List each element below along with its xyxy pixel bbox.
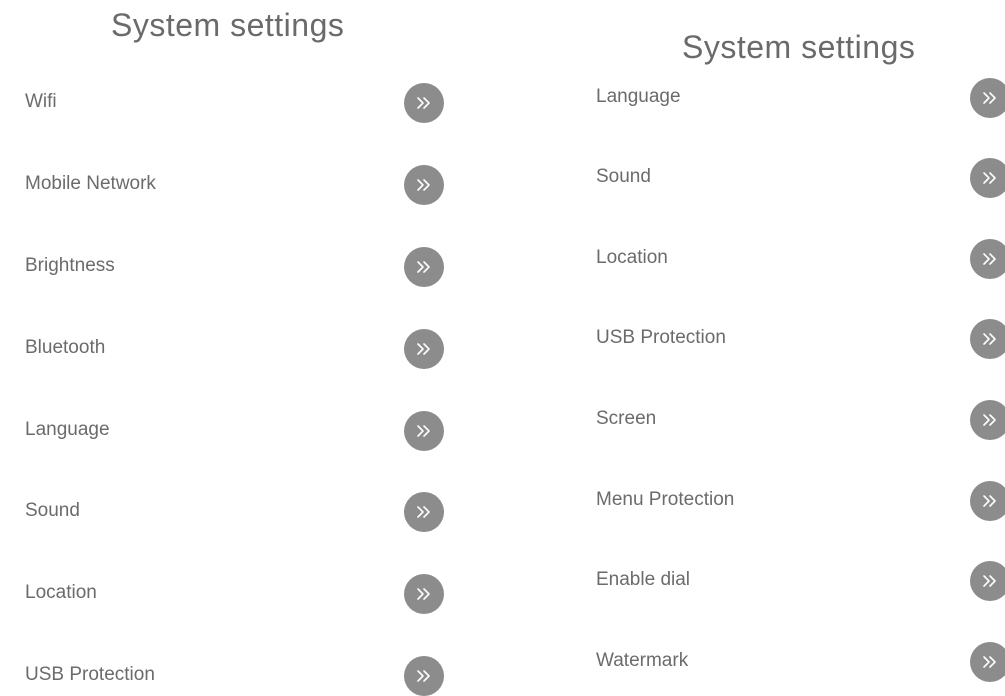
open-screen-button[interactable] <box>970 400 1005 440</box>
open-location-button[interactable] <box>970 239 1005 279</box>
double-chevron-right-icon <box>983 414 996 426</box>
settings-row-label: USB Protection <box>25 664 155 685</box>
settings-row-label: Brightness <box>25 255 115 276</box>
double-chevron-right-icon <box>417 97 430 109</box>
double-chevron-right-icon <box>417 670 430 682</box>
settings-row-label: Screen <box>596 408 657 429</box>
double-chevron-right-icon <box>417 588 430 600</box>
double-chevron-right-icon <box>983 495 996 507</box>
settings-row-sound[interactable]: Sound <box>560 156 1005 200</box>
settings-row-label: Location <box>25 582 97 603</box>
settings-row-menu-protection[interactable]: Menu Protection <box>560 479 1005 523</box>
open-sound-button[interactable] <box>970 158 1005 198</box>
page-title: System settings <box>682 29 916 65</box>
settings-row-label: Language <box>596 86 681 107</box>
settings-row-screen[interactable]: Screen <box>560 398 1005 442</box>
open-usb-protection-button[interactable] <box>970 319 1005 359</box>
double-chevron-right-icon <box>983 575 996 587</box>
open-wifi-button[interactable] <box>404 83 444 123</box>
double-chevron-right-icon <box>417 506 430 518</box>
page-title: System settings <box>111 7 345 43</box>
settings-row-mobile-network[interactable]: Mobile Network <box>0 163 470 207</box>
settings-row-language[interactable]: Language <box>560 76 1005 120</box>
settings-row-label: Menu Protection <box>596 489 735 510</box>
settings-row-brightness[interactable]: Brightness <box>0 245 470 289</box>
open-menu-protection-button[interactable] <box>970 481 1005 521</box>
settings-row-label: Enable dial <box>596 569 691 590</box>
settings-row-location[interactable]: Location <box>560 237 1005 281</box>
settings-row-label: Bluetooth <box>25 337 106 358</box>
settings-row-watermark[interactable]: Watermark <box>560 640 1005 684</box>
open-watermark-button[interactable] <box>970 642 1005 682</box>
settings-row-label: Sound <box>25 500 80 521</box>
open-location-button[interactable] <box>404 574 444 614</box>
settings-row-location[interactable]: Location <box>0 572 470 616</box>
double-chevron-right-icon <box>417 261 430 273</box>
settings-row-label: USB Protection <box>596 327 726 348</box>
settings-row-bluetooth[interactable]: Bluetooth <box>0 327 470 371</box>
settings-panel-right: System settings Language Sound Location … <box>560 0 1005 696</box>
double-chevron-right-icon <box>983 253 996 265</box>
settings-panel-left: System settings Wifi Mobile Network Brig… <box>0 0 470 696</box>
open-brightness-button[interactable] <box>404 247 444 287</box>
open-language-button[interactable] <box>404 411 444 451</box>
open-mobile-network-button[interactable] <box>404 165 444 205</box>
double-chevron-right-icon <box>983 92 996 104</box>
open-language-button[interactable] <box>970 78 1005 118</box>
settings-row-usb-protection[interactable]: USB Protection <box>0 654 470 696</box>
double-chevron-right-icon <box>983 656 996 668</box>
settings-row-label: Watermark <box>596 650 689 671</box>
double-chevron-right-icon <box>417 179 430 191</box>
open-usb-protection-button[interactable] <box>404 656 444 696</box>
settings-row-usb-protection[interactable]: USB Protection <box>560 317 1005 361</box>
settings-row-label: Language <box>25 419 110 440</box>
settings-row-label: Mobile Network <box>25 173 156 194</box>
open-bluetooth-button[interactable] <box>404 329 444 369</box>
settings-row-label: Sound <box>596 166 651 187</box>
double-chevron-right-icon <box>417 343 430 355</box>
settings-row-sound[interactable]: Sound <box>0 490 470 534</box>
open-enable-dial-button[interactable] <box>970 561 1005 601</box>
settings-row-label: Location <box>596 247 668 268</box>
double-chevron-right-icon <box>417 425 430 437</box>
settings-row-label: Wifi <box>25 91 57 112</box>
double-chevron-right-icon <box>983 333 996 345</box>
settings-row-wifi[interactable]: Wifi <box>0 81 470 125</box>
settings-row-language[interactable]: Language <box>0 409 470 453</box>
settings-row-enable-dial[interactable]: Enable dial <box>560 559 1005 603</box>
double-chevron-right-icon <box>983 172 996 184</box>
open-sound-button[interactable] <box>404 492 444 532</box>
